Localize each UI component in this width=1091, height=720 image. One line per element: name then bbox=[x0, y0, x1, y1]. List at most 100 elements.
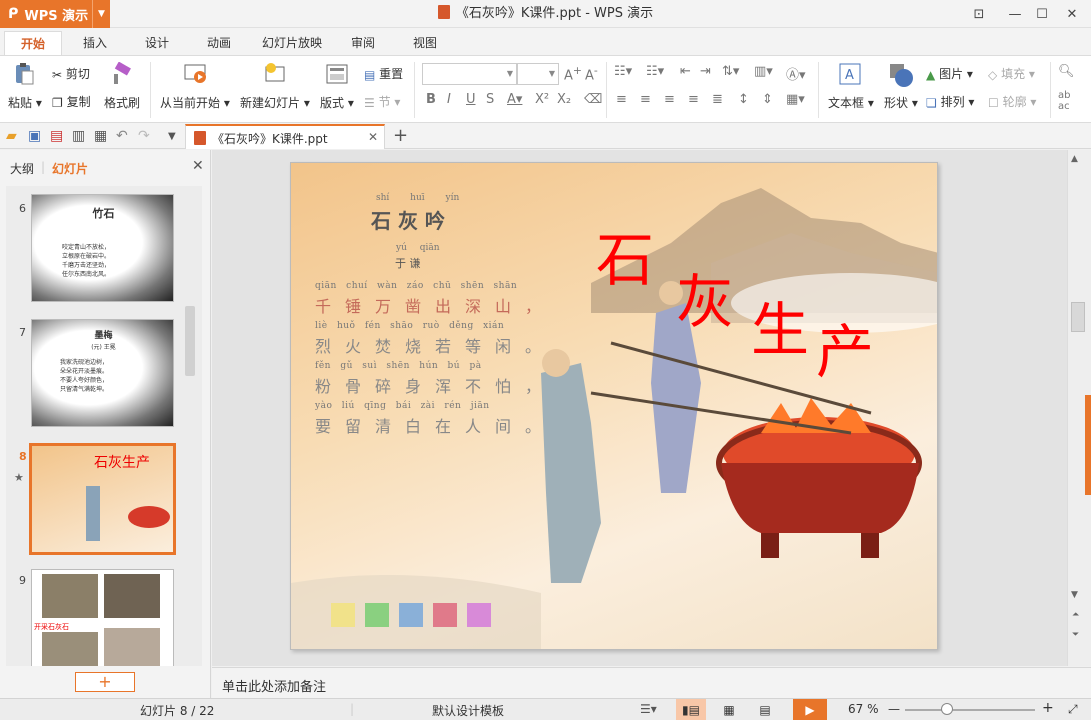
textbox-button[interactable]: 文本框 ▾ bbox=[828, 94, 874, 111]
next-slide-icon[interactable]: ⏷ bbox=[1072, 630, 1079, 640]
replace-icon[interactable]: ab ac bbox=[1058, 90, 1070, 112]
numbered-list-icon[interactable]: ☷▾ bbox=[646, 64, 664, 79]
more-paragraph-icon[interactable]: ▦▾ bbox=[786, 92, 805, 107]
text-direction-icon[interactable]: ⇅▾ bbox=[722, 64, 739, 79]
bullet-list-icon[interactable]: ☷▾ bbox=[614, 64, 632, 79]
shape-button[interactable]: 形状 ▾ bbox=[884, 94, 918, 111]
paste-button[interactable]: 粘贴 ▾ bbox=[8, 94, 42, 111]
text-orientation-icon[interactable]: Ⓐ▾ bbox=[786, 64, 806, 83]
reset-button[interactable]: ▤ 重置 bbox=[364, 65, 403, 82]
new-slide-button[interactable]: 新建幻灯片 ▾ bbox=[240, 94, 310, 111]
grow-font-icon[interactable]: A+ bbox=[564, 64, 582, 83]
subscript-icon[interactable]: X₂ bbox=[557, 92, 571, 107]
shape-icon[interactable] bbox=[888, 62, 914, 91]
slide-thumbnail-9[interactable]: 开采石灰石 bbox=[31, 569, 174, 666]
tab-review[interactable]: 审阅 bbox=[340, 31, 386, 56]
add-slide-button[interactable]: + bbox=[75, 672, 135, 692]
shrink-font-icon[interactable]: A- bbox=[585, 64, 598, 83]
from-current-button[interactable]: 从当前开始 ▾ bbox=[160, 94, 230, 111]
tab-slides[interactable]: 幻灯片 bbox=[52, 160, 88, 177]
undo-icon[interactable]: ↶ bbox=[116, 128, 132, 144]
find-icon[interactable]: 🔍︎ bbox=[1058, 64, 1075, 79]
line-spacing-icon[interactable]: ↕ bbox=[738, 92, 749, 107]
chevron-down-icon[interactable]: ▼ bbox=[168, 131, 184, 147]
scroll-up-icon[interactable]: ▲ bbox=[1071, 154, 1078, 164]
prev-slide-icon[interactable]: ⏶ bbox=[1072, 610, 1079, 620]
slide-thumbnail-8[interactable]: 石灰生产 bbox=[29, 443, 176, 555]
tab-home[interactable]: 开始 bbox=[4, 31, 62, 56]
distribute-icon[interactable]: ≣ bbox=[712, 92, 723, 107]
columns-icon[interactable]: ▥▾ bbox=[754, 64, 773, 79]
save-icon[interactable]: ▣ bbox=[28, 128, 44, 144]
scroll-down-icon[interactable]: ▼ bbox=[1071, 590, 1078, 600]
zoom-level[interactable]: 67 % bbox=[848, 702, 879, 716]
tab-insert[interactable]: 插入 bbox=[72, 31, 118, 56]
paragraph-spacing-icon[interactable]: ⇕ bbox=[762, 92, 773, 107]
tab-design[interactable]: 设计 bbox=[134, 31, 180, 56]
underline-icon[interactable]: U bbox=[466, 92, 476, 107]
layout-button[interactable]: 版式 ▾ bbox=[320, 94, 354, 111]
close-panel-icon[interactable]: ✕ bbox=[192, 158, 204, 174]
maximize-button[interactable]: ☐ bbox=[1027, 0, 1057, 28]
format-painter-icon[interactable] bbox=[110, 61, 134, 89]
textbox-icon[interactable]: A bbox=[838, 62, 862, 89]
zoom-slider-knob[interactable] bbox=[941, 703, 953, 715]
normal-view-button[interactable]: ▮▤ bbox=[676, 699, 706, 720]
increase-indent-icon[interactable]: ⇥ bbox=[700, 64, 711, 79]
shadow-icon[interactable]: S bbox=[486, 92, 494, 107]
notes-toggle-icon[interactable]: ☰▾ bbox=[640, 702, 657, 716]
new-tab-button[interactable]: + bbox=[393, 125, 408, 146]
overlay-char-3[interactable]: 生 bbox=[751, 283, 809, 367]
picture-button[interactable]: ▲ 图片 ▾ bbox=[926, 65, 973, 82]
section-button[interactable]: ☰ 节 ▾ bbox=[364, 93, 400, 110]
slide-scrollbar[interactable]: ▲ ▼ ⏶ ⏷ bbox=[1067, 150, 1091, 666]
tab-animation[interactable]: 动画 bbox=[196, 31, 242, 56]
justify-icon[interactable]: ≡ bbox=[688, 92, 699, 107]
play-from-current-icon[interactable] bbox=[183, 62, 209, 89]
bold-icon[interactable]: B bbox=[426, 92, 436, 107]
minimize-button[interactable]: — bbox=[1000, 0, 1030, 28]
superscript-icon[interactable]: X² bbox=[535, 92, 549, 107]
font-color-icon[interactable]: A▾ bbox=[507, 92, 522, 107]
fill-button[interactable]: ◇ 填充 ▾ bbox=[988, 65, 1035, 82]
zoom-in-icon[interactable]: + bbox=[1042, 700, 1054, 716]
slide-thumbnail-6[interactable]: 竹石 咬定青山不放松， 立根原在破岩中。 千磨万击还坚劲， 任尔东西南北风。 bbox=[31, 194, 174, 302]
layout-icon[interactable] bbox=[326, 64, 348, 87]
current-slide[interactable]: shí huī yín 石 灰 吟 yú qiān 于 谦 qiān chuí … bbox=[290, 162, 938, 650]
align-left-icon[interactable]: ≡ bbox=[616, 92, 627, 107]
slide-thumbnail-7[interactable]: 墨梅 (元) 王冕 我家洗砚池边树， 朵朵花开淡墨痕。 不要人夸好颜色， 只留清… bbox=[31, 319, 174, 427]
italic-icon[interactable]: I bbox=[447, 92, 451, 107]
arrange-button[interactable]: ❏ 排列 ▾ bbox=[926, 93, 974, 110]
new-slide-icon[interactable] bbox=[262, 62, 288, 89]
thumbnail-scrollbar[interactable] bbox=[182, 186, 198, 666]
close-tab-icon[interactable]: ✕ bbox=[368, 130, 378, 144]
fit-window-icon[interactable]: ⤢ bbox=[1068, 702, 1078, 717]
slide-sorter-button[interactable]: ▦ bbox=[714, 699, 744, 720]
print-preview-icon[interactable]: ▦ bbox=[94, 128, 110, 144]
format-painter-button[interactable]: 格式刷 bbox=[104, 94, 140, 111]
open-folder-icon[interactable]: ▰ bbox=[6, 128, 22, 144]
notes-placeholder[interactable]: 单击此处添加备注 bbox=[222, 676, 326, 695]
side-panel-toggle[interactable] bbox=[1085, 395, 1091, 495]
redo-icon[interactable]: ↷ bbox=[138, 128, 154, 144]
zoom-out-icon[interactable]: — bbox=[888, 702, 900, 716]
play-slideshow-button[interactable]: ▶ bbox=[793, 699, 827, 720]
align-right-icon[interactable]: ≡ bbox=[664, 92, 675, 107]
tab-outline[interactable]: 大纲 bbox=[10, 160, 34, 177]
font-family-select[interactable]: ▼ bbox=[422, 63, 517, 85]
template-name[interactable]: 默认设计模板 bbox=[432, 702, 504, 719]
overlay-char-4[interactable]: 产 bbox=[816, 305, 874, 389]
outline-button[interactable]: ☐ 轮廓 ▾ bbox=[988, 93, 1036, 110]
zoom-slider[interactable] bbox=[905, 709, 1035, 711]
reading-view-button[interactable]: ▤ bbox=[750, 699, 780, 720]
scroll-thumb[interactable] bbox=[1071, 302, 1085, 332]
decrease-indent-icon[interactable]: ⇤ bbox=[680, 64, 691, 79]
export-pdf-icon[interactable]: ▤ bbox=[50, 128, 66, 144]
close-button[interactable]: ✕ bbox=[1057, 0, 1087, 28]
chevron-down-icon[interactable]: ▼ bbox=[92, 0, 110, 28]
skin-icon[interactable]: ⊡ bbox=[964, 0, 994, 28]
clear-format-icon[interactable]: ⌫ bbox=[584, 92, 602, 107]
cut-button[interactable]: ✂ 剪切 bbox=[52, 65, 90, 82]
copy-button[interactable]: ❐ 复制 bbox=[52, 93, 91, 110]
app-menu-button[interactable]: ᑭ WPS 演示 ▼ bbox=[0, 0, 110, 28]
